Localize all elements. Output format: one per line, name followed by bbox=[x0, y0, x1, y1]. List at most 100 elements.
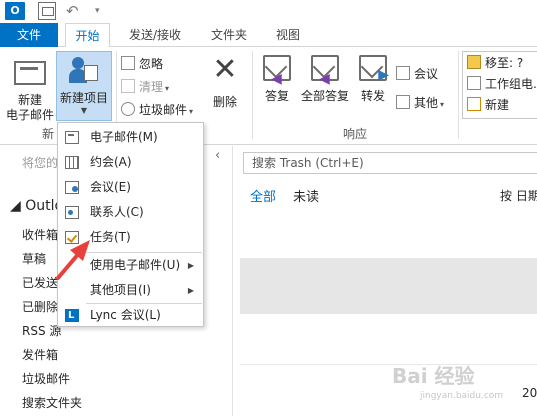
forward-button[interactable]: ▶ 转发 bbox=[354, 55, 392, 104]
more-respond-label: 其他 bbox=[414, 96, 439, 110]
reply-label: 答复 bbox=[264, 89, 289, 103]
menu-item-label: 任务(T) bbox=[90, 230, 131, 244]
ribbon-divider bbox=[458, 51, 459, 139]
task-icon bbox=[65, 231, 79, 244]
customize-qat-icon[interactable]: ▾ bbox=[95, 2, 105, 20]
clean-up-label: 清理 bbox=[139, 80, 164, 94]
quick-step-team-email[interactable]: 工作组电... bbox=[467, 75, 537, 93]
contact-icon bbox=[65, 206, 79, 219]
menu-item-email[interactable]: 电子邮件(M) bbox=[58, 126, 203, 149]
menu-item-meeting[interactable]: 会议(E) bbox=[58, 176, 203, 199]
favorites-hint: 将您的 bbox=[22, 156, 59, 170]
collapse-pane-icon[interactable]: ‹ bbox=[215, 148, 220, 163]
new-email-icon bbox=[14, 61, 46, 85]
delete-button[interactable]: ✕ 删除 bbox=[205, 55, 245, 110]
ignore-icon bbox=[121, 56, 135, 70]
forward-label: 转发 bbox=[360, 89, 385, 103]
reply-icon: ◀ bbox=[263, 55, 291, 87]
folder-junk[interactable]: 垃圾邮件 bbox=[22, 370, 70, 388]
account-header[interactable]: ◢ Outlo bbox=[10, 198, 63, 214]
folder-outbox[interactable]: 发件箱 bbox=[22, 346, 58, 364]
tab-file[interactable]: 文件 bbox=[0, 23, 58, 47]
tab-send-receive[interactable]: 发送/接收 bbox=[118, 23, 192, 47]
forward-icon: ▶ bbox=[359, 55, 389, 83]
delete-label: 删除 bbox=[212, 95, 237, 109]
send-receive-all-icon[interactable] bbox=[38, 2, 56, 20]
folder-inbox[interactable]: 收件箱 bbox=[22, 226, 58, 244]
menu-item-using-email[interactable]: 使用电子邮件(U) ▶ bbox=[58, 254, 203, 277]
chevron-down-icon: ▼ bbox=[80, 106, 88, 115]
submenu-arrow-icon: ▶ bbox=[187, 286, 194, 295]
meeting-icon bbox=[396, 66, 410, 80]
quick-steps-gallery: 移至: ? 工作组电... 新建 bbox=[462, 51, 537, 119]
undo-icon[interactable]: ↶ bbox=[66, 2, 82, 20]
tab-home[interactable]: 开始 bbox=[65, 23, 110, 48]
menu-item-lync-meeting[interactable]: Lync 会议(L) bbox=[58, 304, 203, 327]
ribbon-divider bbox=[252, 51, 253, 139]
quick-step-move-to-label: 移至: ? bbox=[485, 56, 524, 70]
folder-deleted[interactable]: 已删除 bbox=[22, 298, 58, 316]
new-items-label: 新建项目 bbox=[59, 91, 108, 105]
junk-label: 垃圾邮件 bbox=[139, 103, 188, 117]
outlook-logo-icon: O bbox=[5, 2, 25, 20]
quick-step-create-new-label: 新建 bbox=[485, 98, 510, 112]
group-respond-label: 响应 bbox=[343, 127, 368, 141]
menu-item-label: 使用电子邮件(U) bbox=[90, 258, 181, 272]
calendar-icon bbox=[65, 156, 79, 169]
menu-item-task[interactable]: 任务(T) bbox=[58, 226, 203, 249]
menu-item-label: 约会(A) bbox=[90, 155, 132, 169]
quick-step-move-to[interactable]: 移至: ? bbox=[467, 54, 523, 72]
new-items-menu: 电子邮件(M) 约会(A) 会议(E) 联系人(C) 任务(T) 使用电子邮件(… bbox=[57, 122, 204, 327]
selected-message-row[interactable] bbox=[240, 258, 537, 314]
filter-all[interactable]: 全部 bbox=[250, 186, 276, 205]
more-respond-icon bbox=[396, 95, 410, 109]
sort-by-date[interactable]: 按 日期 bbox=[500, 187, 537, 204]
tab-folder[interactable]: 文件夹 bbox=[204, 23, 254, 47]
menu-item-label: 联系人(C) bbox=[90, 205, 144, 219]
menu-item-appointment[interactable]: 约会(A) bbox=[58, 151, 203, 174]
team-email-icon bbox=[467, 76, 481, 90]
meeting-icon bbox=[65, 181, 79, 194]
ignore-button[interactable]: 忽略 bbox=[121, 55, 163, 73]
ribbon-tabs: 文件 开始 发送/接收 文件夹 视图 bbox=[0, 23, 537, 48]
menu-item-label: 会议(E) bbox=[90, 180, 131, 194]
reply-all-button[interactable]: ◀ 全部答复 bbox=[296, 55, 354, 104]
group-new-label: 新 bbox=[42, 127, 55, 141]
filter-unread[interactable]: 未读 bbox=[293, 186, 319, 205]
baidu-watermark: Bai 经验 jingyan.baidu.com bbox=[392, 360, 532, 410]
folder-drafts[interactable]: 草稿 bbox=[22, 250, 46, 268]
menu-item-contact[interactable]: 联系人(C) bbox=[58, 201, 203, 224]
new-email-button[interactable]: 新建 电子邮件 bbox=[4, 57, 56, 123]
outlook-window: O ↶ ▾ 文件 开始 发送/接收 文件夹 视图 新建 电子邮件 新建项目 ▼ … bbox=[0, 0, 537, 416]
more-respond-button[interactable]: 其他 ▾ bbox=[396, 94, 444, 112]
folder-sent[interactable]: 已发送 bbox=[22, 274, 58, 292]
reply-button[interactable]: ◀ 答复 bbox=[258, 55, 296, 104]
new-email-label-line1: 新建 bbox=[17, 93, 42, 107]
reply-all-icon: ◀ bbox=[311, 55, 339, 87]
watermark-url: jingyan.baidu.com bbox=[420, 391, 504, 401]
search-input[interactable]: 搜索 Trash (Ctrl+E) bbox=[243, 152, 537, 174]
junk-button[interactable]: 垃圾邮件 ▾ bbox=[121, 101, 193, 119]
clean-up-button[interactable]: 清理 ▾ bbox=[121, 78, 169, 96]
folder-search[interactable]: 搜索文件夹 bbox=[22, 394, 82, 412]
quick-step-team-email-label: 工作组电... bbox=[485, 77, 537, 91]
menu-item-label: Lync 会议(L) bbox=[90, 308, 161, 322]
new-items-button[interactable]: 新建项目 ▼ bbox=[56, 51, 112, 121]
menu-item-label: 电子邮件(M) bbox=[90, 130, 158, 144]
new-email-label-line2: 电子邮件 bbox=[5, 108, 54, 122]
meeting-label: 会议 bbox=[414, 67, 439, 81]
lync-icon bbox=[65, 304, 79, 327]
meeting-button[interactable]: 会议 bbox=[396, 65, 438, 83]
clean-up-icon bbox=[121, 79, 135, 93]
new-items-icon bbox=[68, 55, 100, 87]
create-new-icon bbox=[467, 97, 481, 111]
reply-all-label: 全部答复 bbox=[300, 89, 349, 103]
folder-rss[interactable]: RSS 源 bbox=[22, 322, 61, 340]
menu-separator bbox=[86, 252, 202, 253]
ignore-label: 忽略 bbox=[139, 57, 164, 71]
junk-icon bbox=[121, 102, 135, 116]
menu-item-other-items[interactable]: 其他项目(I) ▶ bbox=[58, 279, 203, 302]
quick-step-create-new[interactable]: 新建 bbox=[467, 96, 509, 114]
submenu-arrow-icon: ▶ bbox=[187, 261, 194, 270]
tab-view[interactable]: 视图 bbox=[268, 23, 308, 47]
